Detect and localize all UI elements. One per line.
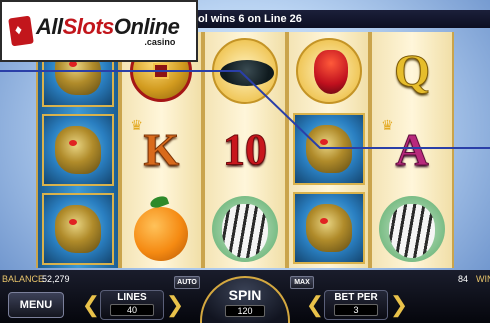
dragon-symbol	[292, 192, 365, 265]
win-value: 84	[458, 274, 469, 284]
k-symbol: ♛ K	[130, 116, 180, 175]
spin-label: SPIN	[228, 287, 262, 303]
crown-icon: ♛	[381, 116, 394, 133]
total-bet-value: 120	[225, 305, 265, 317]
orange-symbol	[124, 194, 198, 264]
dragon-icon	[54, 125, 101, 174]
dragon-icon	[54, 204, 101, 253]
phoenix-icon	[295, 37, 362, 104]
menu-button[interactable]: MENU	[8, 292, 64, 318]
bet-per-value: 3	[334, 304, 378, 316]
bet-increase-button[interactable]: ❯	[390, 292, 408, 318]
bet-decrease-button[interactable]: ❮	[306, 292, 324, 318]
reel-4	[286, 32, 371, 268]
lines-increase-button[interactable]: ❯	[166, 292, 184, 318]
dragon-symbol	[292, 112, 365, 185]
dragon-symbol	[41, 113, 114, 186]
dragon-icon	[305, 124, 352, 173]
logo-brand: AllSlotsOnline	[36, 13, 180, 39]
logo-casino: .casino	[144, 36, 176, 47]
tiger-symbol	[375, 194, 449, 264]
ten-symbol: 10	[222, 124, 267, 174]
bet-per-label: BET PER	[334, 292, 378, 303]
dragon-symbol	[41, 192, 114, 265]
lines-decrease-button[interactable]: ❮	[82, 292, 100, 318]
reel-5: Q ♛ A	[370, 32, 454, 268]
a-symbol: ♛ A	[381, 116, 429, 175]
black-tortoise-icon	[211, 38, 278, 105]
win-label: WIN	[476, 274, 490, 284]
reel-2: ♛ K	[119, 32, 204, 268]
win-message: ol wins 6 on Line 26	[198, 13, 302, 25]
max-button[interactable]: MAX	[290, 276, 314, 289]
q-symbol: Q	[394, 45, 431, 97]
white-tiger-icon	[211, 195, 278, 262]
dragon-icon	[305, 204, 352, 253]
balance-label: BALANCE	[2, 274, 45, 284]
win-message-bar: ol wins 6 on Line 26	[150, 10, 490, 28]
white-tiger-icon	[379, 195, 446, 262]
tiger-symbol	[208, 194, 282, 264]
allslotsonline-logo: AllSlotsOnline .casino	[0, 0, 198, 62]
balance-value: 52,279	[42, 274, 70, 284]
reel-1	[36, 32, 120, 268]
auto-button[interactable]: AUTO	[174, 276, 200, 289]
tortoise-symbol	[208, 36, 282, 106]
phoenix-symbol	[292, 36, 366, 106]
orange-icon	[134, 206, 189, 261]
bet-per-control: BET PER 3	[324, 290, 388, 320]
lines-control: LINES 40	[100, 290, 164, 320]
card-icon	[8, 15, 34, 47]
reel-3: 10	[203, 32, 287, 268]
crown-icon: ♛	[130, 116, 143, 133]
lines-value: 40	[110, 304, 154, 316]
reel-area: ♛ K 10 Q ♛ A	[36, 32, 454, 268]
lines-label: LINES	[117, 292, 147, 303]
